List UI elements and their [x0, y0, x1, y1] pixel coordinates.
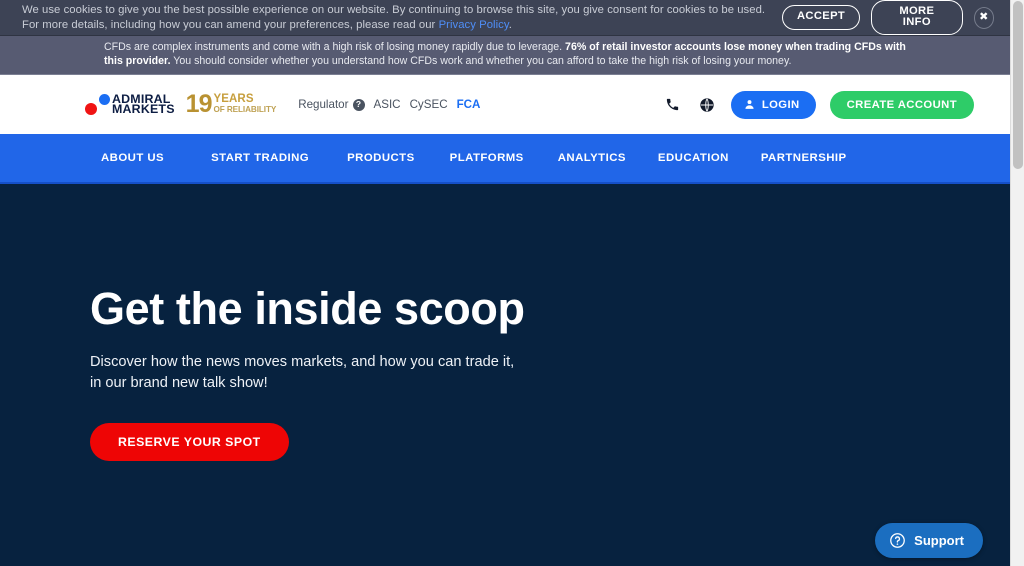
support-widget-label: Support	[914, 533, 964, 548]
hero-subtitle: Discover how the news moves markets, and…	[90, 352, 1010, 394]
reserve-your-spot-button[interactable]: RESERVE YOUR SPOT	[90, 423, 289, 461]
logo-anniversary-badge: 19 YEARS OF RELIABILITY	[186, 92, 277, 117]
nav-item-education[interactable]: EDUCATION	[658, 152, 761, 164]
regulator-selector: Regulator ? ASIC CySEC FCA	[298, 98, 480, 111]
main-navigation: ABOUT US START TRADING PRODUCTS PLATFORM…	[0, 134, 1010, 184]
hero-section: Get the inside scoop Discover how the ne…	[0, 184, 1010, 566]
risk-warning-banner: CFDs are complex instruments and come wi…	[0, 36, 1010, 75]
support-widget-button[interactable]: Support	[875, 523, 983, 558]
risk-text-part2: You should consider whether you understa…	[170, 55, 792, 67]
create-account-button[interactable]: CREATE ACCOUNT	[829, 90, 974, 119]
more-info-button[interactable]: MORE INFO	[871, 0, 963, 36]
regulator-item-cysec[interactable]: CySEC	[410, 98, 448, 111]
logo-red-dot-icon	[85, 102, 97, 115]
risk-text-part1: CFDs are complex instruments and come wi…	[104, 41, 566, 53]
logo-wordmark: ADMIRAL MARKETS	[112, 93, 175, 116]
help-circle-icon[interactable]: ?	[352, 98, 365, 111]
logo-line-markets: MARKETS	[112, 101, 175, 116]
logo-years-text: YEARS OF RELIABILITY	[213, 93, 277, 114]
risk-warning-text: CFDs are complex instruments and come wi…	[90, 40, 920, 68]
logo-years-word: YEARS	[213, 93, 254, 105]
site-header: ADMIRAL MARKETS 19 YEARS OF RELIABILITY …	[0, 75, 1010, 134]
page-content: We use cookies to give you the best poss…	[0, 0, 1010, 566]
hero-subtitle-line2: in our brand new talk show!	[90, 375, 268, 391]
phone-icon[interactable]	[663, 95, 683, 115]
regulator-label-group: Regulator ?	[298, 98, 365, 111]
nav-item-start-trading[interactable]: START TRADING	[211, 152, 347, 164]
header-actions: LOGIN CREATE ACCOUNT	[663, 90, 974, 119]
cookie-banner-actions: ACCEPT MORE INFO ✖	[782, 0, 996, 36]
accept-cookies-button[interactable]: ACCEPT	[782, 5, 861, 30]
user-icon	[745, 100, 754, 109]
browser-page: We use cookies to give you the best poss…	[0, 0, 1024, 566]
logo-blue-dot-icon	[99, 93, 110, 105]
close-icon[interactable]: ✖	[973, 6, 994, 29]
nav-item-platforms[interactable]: PLATFORMS	[450, 152, 558, 164]
page-scrollbar[interactable]	[1010, 0, 1024, 566]
regulator-item-fca[interactable]: FCA	[457, 98, 481, 111]
nav-item-partnership[interactable]: PARTNERSHIP	[761, 152, 871, 164]
admiral-markets-logo[interactable]: ADMIRAL MARKETS 19 YEARS OF RELIABILITY	[84, 92, 276, 117]
hero-subtitle-line1: Discover how the news moves markets, and…	[90, 354, 515, 370]
nav-item-about-us[interactable]: ABOUT US	[101, 152, 211, 164]
create-account-label: CREATE ACCOUNT	[846, 98, 957, 111]
cookie-consent-banner: We use cookies to give you the best poss…	[0, 0, 1010, 36]
cookie-consent-text: We use cookies to give you the best poss…	[22, 3, 782, 33]
scrollbar-thumb[interactable]	[1013, 1, 1023, 169]
cookie-text-part1: We use cookies to give you the best poss…	[22, 3, 766, 31]
login-button[interactable]: LOGIN	[730, 90, 816, 119]
login-button-label: LOGIN	[761, 98, 800, 111]
regulator-item-asic[interactable]: ASIC	[374, 98, 401, 111]
privacy-policy-link[interactable]: Privacy Policy	[439, 19, 509, 31]
nav-item-products[interactable]: PRODUCTS	[347, 152, 450, 164]
logo-dots-icon	[84, 93, 112, 117]
hero-title: Get the inside scoop	[90, 283, 525, 334]
nav-item-analytics[interactable]: ANALYTICS	[558, 152, 658, 164]
logo-years-number: 19	[185, 90, 213, 118]
regulator-label: Regulator	[298, 98, 349, 111]
question-circle-icon	[890, 533, 906, 548]
globe-icon[interactable]	[697, 95, 717, 115]
cookie-text-part2: .	[508, 18, 512, 31]
logo-years-sub: OF RELIABILITY	[213, 104, 277, 114]
